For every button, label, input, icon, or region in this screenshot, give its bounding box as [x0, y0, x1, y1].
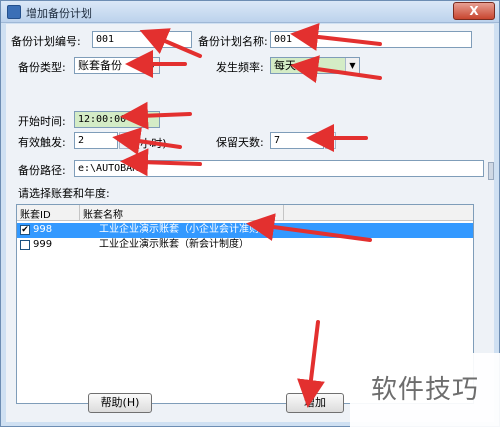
- start-time-input[interactable]: 12:00:00: [74, 111, 160, 128]
- trigger-input[interactable]: 2: [74, 132, 118, 149]
- chevron-down-icon[interactable]: ▼: [145, 58, 159, 73]
- plan-no-input[interactable]: 001: [92, 31, 192, 48]
- frequency-select[interactable]: 每天 ▼: [270, 57, 360, 74]
- app-icon: [7, 5, 21, 19]
- keep-days-input[interactable]: 7: [270, 132, 324, 149]
- help-button[interactable]: 帮助(H): [88, 393, 152, 413]
- plan-name-input[interactable]: 001: [270, 31, 472, 48]
- list-header: 账套ID 账套名称: [17, 205, 473, 221]
- window-title: 增加备份计划: [26, 7, 92, 20]
- trigger-label: 有效触发:: [18, 136, 66, 149]
- title-bar: 增加备份计划 X: [1, 1, 499, 23]
- row-name: 工业企业演示账套（小企业会计准则）: [99, 224, 269, 235]
- row-checkbox[interactable]: ✔: [20, 225, 30, 235]
- backup-type-value: 账套备份: [78, 59, 122, 72]
- close-button[interactable]: X: [453, 2, 495, 20]
- plan-name-label: 备份计划名称:: [198, 35, 268, 48]
- row-checkbox[interactable]: [20, 240, 30, 250]
- column-header-name[interactable]: 账套名称: [83, 206, 123, 221]
- list-item[interactable]: 999 工业企业演示账套（新会计制度）: [17, 238, 473, 253]
- backup-type-label: 备份类型:: [18, 61, 66, 74]
- list-item[interactable]: ✔ 998 工业企业演示账套（小企业会计准则）: [17, 223, 473, 238]
- column-header-id[interactable]: 账套ID: [20, 206, 51, 221]
- plan-no-label: 备份计划编号:: [11, 35, 81, 48]
- path-input[interactable]: e:\AUTOBAK\: [74, 160, 484, 177]
- start-time-label: 开始时间:: [18, 115, 66, 128]
- frequency-label: 发生频率:: [216, 61, 264, 74]
- row-name: 工业企业演示账套（新会计制度）: [99, 239, 249, 250]
- chevron-down-icon[interactable]: ▼: [345, 58, 359, 73]
- add-button[interactable]: 增加: [286, 393, 344, 413]
- row-id: 998: [33, 224, 53, 235]
- watermark: 软件技巧: [350, 353, 500, 427]
- frequency-value: 每天: [274, 59, 296, 72]
- trigger-unit-label: (小时): [136, 137, 167, 150]
- trigger-spinner[interactable]: ▲ ▼: [119, 132, 130, 149]
- row-id: 999: [33, 239, 53, 250]
- backup-type-select[interactable]: 账套备份 ▼: [74, 57, 160, 74]
- select-label: 请选择账套和年度:: [18, 187, 110, 200]
- browse-handle[interactable]: [488, 162, 494, 180]
- keep-days-spinner[interactable]: ▲ ▼: [325, 132, 336, 149]
- path-label: 备份路径:: [18, 164, 66, 177]
- keep-days-label: 保留天数:: [216, 136, 264, 149]
